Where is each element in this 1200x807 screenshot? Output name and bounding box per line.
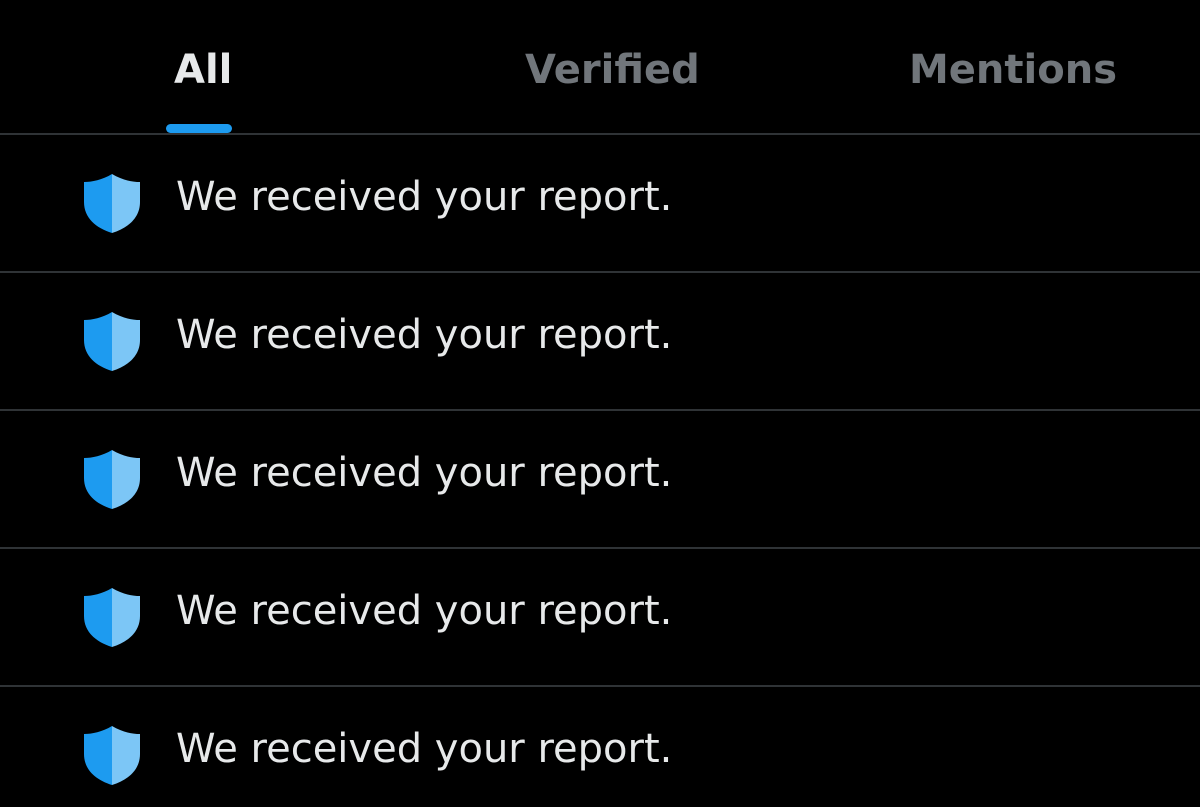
shield-icon	[82, 586, 142, 648]
notification-item[interactable]: We received your report.	[0, 273, 1200, 411]
tab-all[interactable]: All	[0, 0, 400, 133]
tab-verified[interactable]: Verified	[400, 0, 800, 133]
notification-text: We received your report.	[176, 174, 673, 220]
active-tab-indicator	[166, 124, 232, 133]
notification-item[interactable]: We received your report.	[0, 411, 1200, 549]
shield-icon	[82, 724, 142, 786]
notification-item[interactable]: We received your report.	[0, 687, 1200, 807]
shield-icon	[82, 448, 142, 510]
notification-text: We received your report.	[176, 588, 673, 634]
tab-mentions-label: Mentions	[909, 47, 1118, 93]
notification-list: We received your report. We received you…	[0, 135, 1200, 807]
notification-text: We received your report.	[176, 450, 673, 496]
notification-item[interactable]: We received your report.	[0, 135, 1200, 273]
notifications-tab-bar: All Verified Mentions	[0, 0, 1200, 135]
tab-mentions[interactable]: Mentions	[800, 0, 1200, 133]
notification-text: We received your report.	[176, 312, 673, 358]
shield-icon	[82, 172, 142, 234]
notification-item[interactable]: We received your report.	[0, 549, 1200, 687]
shield-icon	[82, 310, 142, 372]
notification-text: We received your report.	[176, 726, 673, 772]
